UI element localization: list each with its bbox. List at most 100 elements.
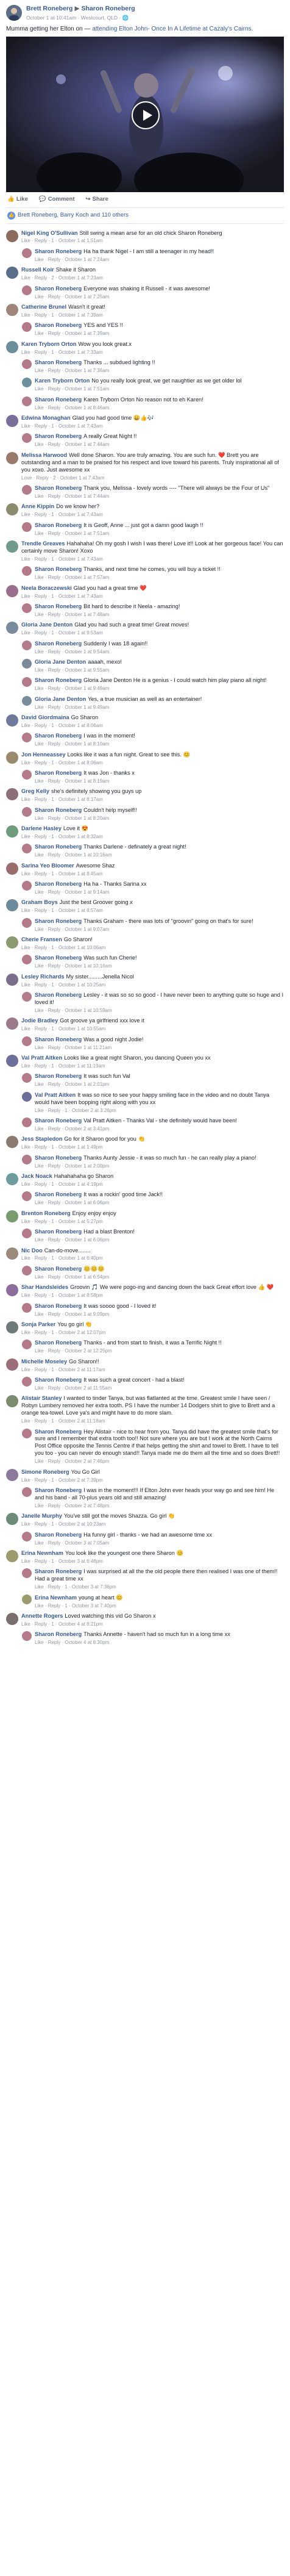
comment-meta[interactable]: Like · Reply · October 3 at 7:05am <box>35 1540 284 1546</box>
commenter-avatar[interactable] <box>6 303 18 316</box>
commenter-name[interactable]: Trendle Greaves <box>21 540 65 547</box>
commenter-avatar[interactable] <box>6 1513 18 1526</box>
comment-meta[interactable]: Like · Reply · 1 · October 2 at 11:17am <box>21 1367 284 1373</box>
comment-button[interactable]: 💬 Comment <box>39 196 75 203</box>
comment-meta[interactable]: Like · Reply · 1 · October 1 at 8:06am <box>21 760 284 766</box>
commenter-name[interactable]: Nic Doo <box>21 1247 43 1254</box>
comment-meta[interactable]: Like · Reply · 1 · October 1 at 11:19am <box>21 1063 284 1069</box>
commenter-name[interactable]: Sharon Roneberg <box>35 285 82 292</box>
comment-meta[interactable]: Like · Reply · October 1 at 7:57am <box>35 575 284 581</box>
commenter-avatar[interactable] <box>6 973 18 986</box>
commenter-avatar[interactable] <box>22 433 32 443</box>
comment-meta[interactable]: Like · Reply · 1 · October 2 at 11:18am <box>21 1418 284 1424</box>
comment-meta[interactable]: Like · Reply · October 1 at 9:55am <box>35 667 284 673</box>
commenter-avatar[interactable] <box>6 451 18 464</box>
commenter-avatar[interactable] <box>22 396 32 406</box>
comment-meta[interactable]: Like · Reply · 1 · October 1 at 8:32am <box>21 834 284 840</box>
commenter-avatar[interactable] <box>6 714 18 727</box>
commenter-name[interactable]: Sharon Roneberg <box>35 1118 82 1124</box>
commenter-name[interactable]: Shar Handsleides <box>21 1284 68 1290</box>
commenter-name[interactable]: Nigel King O'Sullivan <box>21 230 78 236</box>
commenter-avatar[interactable] <box>6 622 18 634</box>
comment-meta[interactable]: Like · Reply · October 1 at 7:48am <box>35 612 284 618</box>
comment-meta[interactable]: Like · Reply · 1 · October 3 at 7:36pm <box>35 1584 284 1590</box>
commenter-avatar[interactable] <box>22 677 32 687</box>
comment-meta[interactable]: Like · Reply · 1 · October 1 at 5:27pm <box>21 1219 284 1225</box>
commenter-name[interactable]: Sharon Roneberg <box>35 844 82 850</box>
commenter-avatar[interactable] <box>6 1395 18 1408</box>
commenter-name[interactable]: Jon Henneassey <box>21 752 66 758</box>
comment-meta[interactable]: Like · Reply · 1 · October 1 at 8:17am <box>21 797 284 803</box>
commenter-avatar[interactable] <box>22 566 32 576</box>
commenter-name[interactable]: Michelle Moseley <box>21 1358 67 1365</box>
likes-summary[interactable]: 👍 Brett Roneberg, Barry Koch and 110 oth… <box>6 208 284 224</box>
commenter-name[interactable]: Gloria Jane Denton <box>21 622 72 628</box>
comment-meta[interactable]: Like · Reply · 1 · October 1 at 9:53am <box>21 630 284 636</box>
comment-meta[interactable]: Like · Reply · October 2 at 11:55am <box>35 1385 284 1391</box>
commenter-name[interactable]: Sharon Roneberg <box>35 1229 82 1235</box>
commenter-name[interactable]: Sharon Roneberg <box>35 992 82 998</box>
commenter-avatar[interactable] <box>22 1036 32 1046</box>
comment-meta[interactable]: Like · Reply · 1 · October 2 at 10:23am <box>21 1521 284 1527</box>
comment-meta[interactable]: Like · Reply · October 1 at 2:00pm <box>35 1163 284 1169</box>
video-player[interactable] <box>6 37 284 193</box>
comment-meta[interactable]: Like · Reply · October 1 at 2:01pm <box>35 1082 284 1088</box>
target-link[interactable]: Sharon Roneberg <box>82 5 135 12</box>
comment-meta[interactable]: Like · Reply · 1 · October 1 at 7:43am <box>21 512 284 518</box>
commenter-avatar[interactable] <box>6 1055 18 1067</box>
event-link[interactable]: attending Elton John- Once In A Lifetime… <box>92 26 253 32</box>
comment-meta[interactable]: Like · Reply · October 2 at 12:25pm <box>35 1348 284 1354</box>
commenter-avatar[interactable] <box>6 540 18 553</box>
commenter-name[interactable]: Sharon Roneberg <box>35 359 82 365</box>
comment-meta[interactable]: Like · Reply · October 1 at 8:19am <box>35 778 284 784</box>
commenter-avatar[interactable] <box>6 1284 18 1297</box>
comment-meta[interactable]: Like · Reply · 1 · October 1 at 7:39am <box>21 312 284 318</box>
commenter-name[interactable]: Cherie Fransen <box>21 936 62 942</box>
commenter-name[interactable]: Jess Stapledon <box>21 1136 62 1142</box>
commenter-name[interactable]: Sharon Roneberg <box>35 396 82 403</box>
commenter-avatar[interactable] <box>6 1613 18 1626</box>
comment-meta[interactable]: Like · Reply · 1 · October 2 at 3:26pm <box>35 1108 284 1114</box>
commenter-avatar[interactable] <box>22 955 32 965</box>
commenter-avatar[interactable] <box>6 584 18 597</box>
commenter-avatar[interactable] <box>22 1302 32 1313</box>
comment-meta[interactable]: Like · Reply · October 1 at 10:59am <box>35 1008 284 1014</box>
commenter-avatar[interactable] <box>22 359 32 369</box>
commenter-avatar[interactable] <box>6 862 18 875</box>
comment-meta[interactable]: Like · Reply · October 1 at 7:25am <box>35 294 284 300</box>
author-link[interactable]: Brett Roneberg <box>26 5 72 12</box>
commenter-name[interactable]: Erina Newnham <box>21 1550 63 1556</box>
comment-meta[interactable]: Like · Reply · October 1 at 7:51am <box>35 386 284 392</box>
commenter-name[interactable]: Val Pratt Aitken <box>21 1055 62 1061</box>
commenter-avatar[interactable] <box>6 1210 18 1222</box>
commenter-name[interactable]: Janelle Murphy <box>21 1513 62 1519</box>
commenter-name[interactable]: Sharon Roneberg <box>35 640 82 647</box>
commenter-name[interactable]: David Giordmaina <box>21 714 69 720</box>
commenter-avatar[interactable] <box>22 992 32 1002</box>
commenter-avatar[interactable] <box>22 1376 32 1387</box>
comment-meta[interactable]: Like · Reply · October 1 at 6:06pm <box>35 1200 284 1206</box>
comment-meta[interactable]: Like · Reply · October 1 at 7:44am <box>35 493 284 500</box>
author-avatar[interactable] <box>6 5 22 21</box>
commenter-name[interactable]: Graham Boys <box>21 899 58 905</box>
commenter-name[interactable]: Neela Boraczewski <box>21 585 72 591</box>
comment-meta[interactable]: Like · Reply · October 1 at 6:06pm <box>35 1237 284 1243</box>
comment-meta[interactable]: Like · Reply · October 1 at 9:49am <box>35 686 284 692</box>
comment-meta[interactable]: Like · Reply · October 1 at 8:20am <box>35 816 284 822</box>
commenter-avatar[interactable] <box>22 1229 32 1239</box>
commenter-avatar[interactable] <box>22 658 32 669</box>
comment-meta[interactable]: Like · Reply · 1 · October 1 at 4:19pm <box>21 1182 284 1188</box>
commenter-avatar[interactable] <box>22 695 32 706</box>
commenter-name[interactable]: Sharon Roneberg <box>35 1377 82 1383</box>
share-button[interactable]: ↪ Share <box>86 196 108 203</box>
commenter-name[interactable]: Jack Noack <box>21 1173 52 1179</box>
commenter-name[interactable]: Sharon Roneberg <box>35 1036 82 1042</box>
commenter-name[interactable]: Greg Kelly <box>21 788 49 794</box>
commenter-avatar[interactable] <box>22 806 32 817</box>
commenter-name[interactable]: Sharon Roneberg <box>35 1487 82 1493</box>
commenter-name[interactable]: Sharon Roneberg <box>35 485 82 491</box>
comment-meta[interactable]: Like · Reply · 1 · October 1 at 6:40pm <box>21 1255 284 1261</box>
commenter-avatar[interactable] <box>6 1358 18 1371</box>
commenter-avatar[interactable] <box>22 1568 32 1579</box>
commenter-name[interactable]: Russell Koir <box>21 267 54 273</box>
